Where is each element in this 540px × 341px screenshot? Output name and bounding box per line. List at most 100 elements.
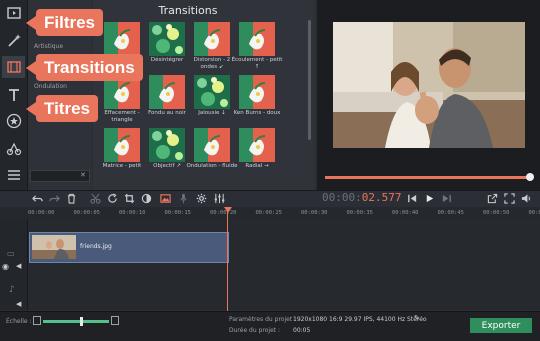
transition-thumbnail[interactable] [239, 22, 275, 56]
gear-icon [196, 193, 207, 204]
equalizer-button[interactable] [212, 191, 226, 205]
import-button[interactable] [2, 2, 25, 24]
trash-icon [66, 193, 77, 204]
music-note-icon: ♪ [9, 285, 19, 295]
scale-label: Échelle : [6, 318, 32, 325]
star-badge-icon [6, 113, 22, 129]
fullscreen-button[interactable] [502, 191, 516, 205]
playhead[interactable] [227, 207, 228, 311]
ruler-tick-label: 00:00:25 [256, 210, 283, 216]
titles-button[interactable] [2, 84, 25, 106]
transition-thumbnail[interactable] [194, 22, 230, 56]
rotate-icon [107, 193, 118, 204]
project-duration-label: Durée du projet : [229, 327, 280, 334]
text-t-icon [6, 87, 22, 103]
category-item[interactable]: Artistique [34, 43, 63, 50]
transition-thumbnail[interactable] [104, 22, 140, 56]
film-import-icon [6, 5, 22, 21]
transition-thumbnail[interactable] [104, 128, 140, 162]
transition-thumbnail[interactable] [194, 128, 230, 162]
settings-button[interactable] [194, 191, 208, 205]
project-params-label: Paramètres du projet : [229, 316, 296, 323]
edit-toolbar [0, 190, 540, 207]
rotate-button[interactable] [105, 191, 119, 205]
ruler-tick-label: 00:00:35 [347, 210, 374, 216]
zoom-in-icon[interactable] [111, 316, 119, 325]
audio-mute-icon[interactable]: ◀ [16, 300, 26, 310]
filters-button[interactable] [2, 30, 25, 52]
expand-icon [504, 193, 515, 204]
edit-pencil-icon[interactable]: ✎ [414, 314, 422, 322]
ruler-tick-label: 00:00:00 [28, 210, 55, 216]
ruler-tick-label: 00:00:50 [483, 210, 510, 216]
more-button[interactable] [2, 164, 25, 186]
previous-button[interactable] [405, 191, 419, 205]
skip-back-icon [407, 193, 418, 204]
image-icon [160, 193, 171, 204]
magic-wand-icon [6, 33, 22, 49]
transition-label: Ken Burns - doux [231, 110, 283, 117]
sliders-icon [214, 193, 225, 204]
visibility-icon[interactable]: ◉ [2, 262, 12, 272]
video-track-icon: ▭ [7, 249, 19, 259]
next-button[interactable] [439, 191, 453, 205]
contrast-icon [141, 193, 152, 204]
transition-thumbnail[interactable] [149, 22, 185, 56]
cut-button[interactable] [88, 191, 102, 205]
transition-thumbnail[interactable] [194, 75, 230, 109]
redo-icon [49, 193, 60, 204]
delete-button[interactable] [64, 191, 78, 205]
timecode-value: 02.577 [362, 191, 402, 204]
zoom-out-icon[interactable] [33, 316, 41, 325]
transition-label: Écoulement - petit ↑ [231, 57, 283, 71]
ruler-tick-label: 00:00:45 [438, 210, 465, 216]
timecode-display: 00:00:02.577 [322, 191, 402, 204]
play-icon [424, 193, 435, 204]
film-strip-icon [6, 59, 22, 75]
ruler-tick-label: 00:00:10 [119, 210, 146, 216]
seek-handle[interactable] [526, 173, 534, 181]
seek-progress [325, 176, 530, 179]
transition-label: Radial → [231, 163, 283, 170]
ruler-tick-label: 00:00:55 [529, 210, 540, 216]
transition-thumbnail[interactable] [149, 75, 185, 109]
clear-icon[interactable]: ✕ [80, 171, 88, 179]
callout-titles: Titres [36, 95, 98, 122]
scale-icon [6, 141, 22, 157]
crop-button[interactable] [122, 191, 136, 205]
playhead-marker[interactable] [224, 207, 232, 213]
external-icon [487, 193, 498, 204]
transitions-button[interactable] [2, 56, 25, 78]
record-button[interactable] [176, 191, 190, 205]
category-item[interactable]: Ondulation [34, 83, 67, 90]
zoom-handle[interactable] [80, 317, 83, 326]
timecode-lead: 00:00: [322, 191, 362, 204]
panel-title: Transitions [93, 4, 283, 17]
export-button[interactable]: Exporter [470, 318, 532, 333]
tool-rail [0, 0, 28, 190]
transition-thumbnail[interactable] [239, 75, 275, 109]
undo-button[interactable] [30, 191, 44, 205]
skip-forward-icon [441, 193, 452, 204]
transform-button[interactable] [2, 138, 25, 160]
color-button[interactable] [139, 191, 153, 205]
volume-button[interactable] [519, 191, 533, 205]
transition-thumbnail[interactable] [149, 128, 185, 162]
ruler-tick-label: 00:00:30 [301, 210, 328, 216]
ruler-tick-label: 00:00:40 [392, 210, 419, 216]
popout-button[interactable] [485, 191, 499, 205]
preview-image [333, 22, 525, 148]
speaker-icon [521, 193, 532, 204]
redo-button[interactable] [47, 191, 61, 205]
project-params-value: 1920x1080 16:9 29.97 IPS, 44100 Hz Stéré… [293, 316, 427, 323]
transition-thumbnail[interactable] [239, 128, 275, 162]
crop-icon [124, 193, 135, 204]
callout-filters: Filtres [36, 9, 103, 36]
image-button[interactable] [158, 191, 172, 205]
stickers-button[interactable] [2, 110, 25, 132]
list-icon [6, 167, 22, 183]
play-button[interactable] [422, 191, 436, 205]
zoom-slider[interactable] [43, 320, 109, 323]
scrollbar[interactable] [308, 20, 311, 140]
track-mute-icon[interactable]: ◀ [16, 262, 26, 272]
